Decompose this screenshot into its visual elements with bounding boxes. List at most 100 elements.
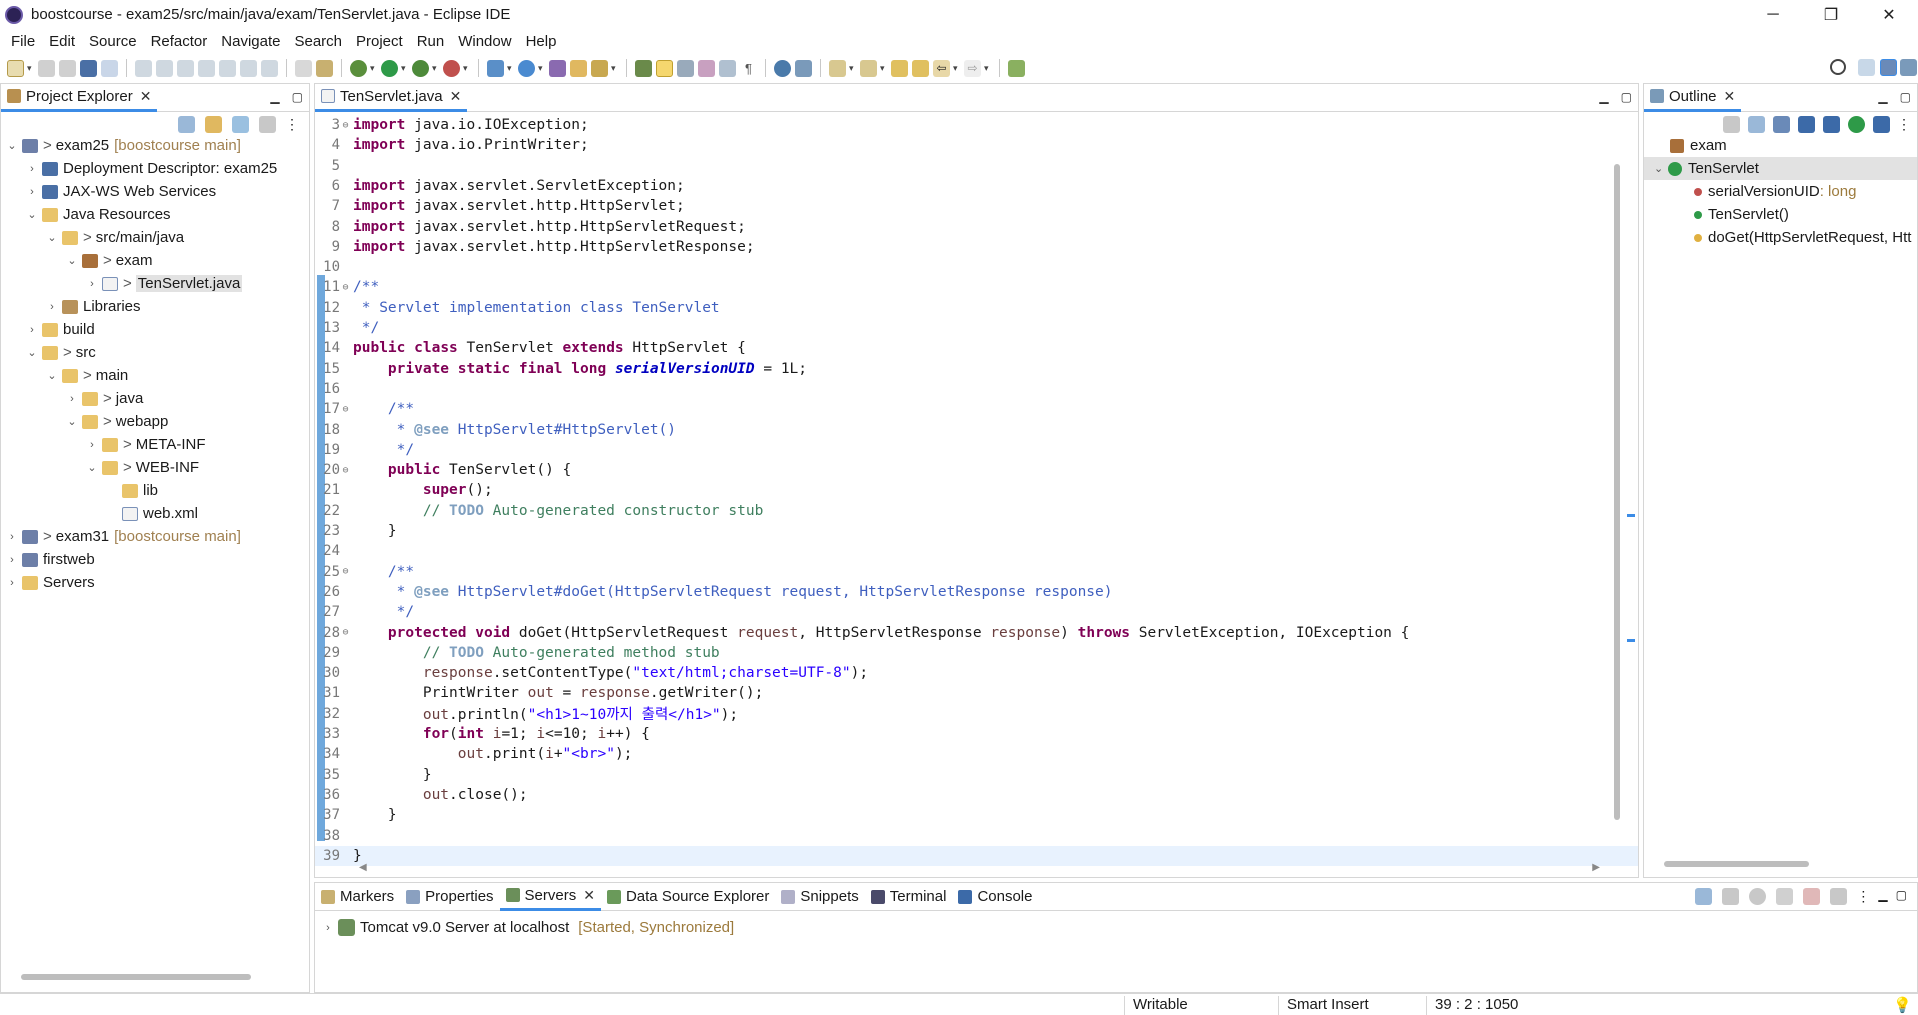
- menu-window[interactable]: Window: [451, 33, 518, 50]
- tree-item-exam-package[interactable]: ⌄ > exam: [1, 249, 309, 272]
- code-line[interactable]: 27 */: [315, 602, 1638, 622]
- code-line[interactable]: 25 ⊖ /**: [315, 562, 1638, 582]
- back-arrow-icon[interactable]: ⇦: [933, 59, 950, 77]
- tree-item-deployment-descriptor[interactable]: › Deployment Descriptor: exam25: [1, 157, 309, 180]
- tab-data-source-explorer[interactable]: Data Source Explorer: [601, 883, 775, 911]
- close-window-button[interactable]: ✕: [1860, 0, 1918, 29]
- overview-marker[interactable]: [1627, 639, 1635, 642]
- external-tools-dropdown-icon[interactable]: ▾: [463, 63, 471, 74]
- code-line[interactable]: 14 public class TenServlet extends HttpSe…: [315, 338, 1638, 358]
- new-java-project-dropdown-icon[interactable]: ▾: [507, 63, 515, 74]
- code-line[interactable]: 16: [315, 379, 1638, 399]
- debug-server-icon[interactable]: [1722, 888, 1740, 905]
- tab-console[interactable]: Console: [952, 883, 1038, 911]
- step-into-icon[interactable]: [219, 59, 236, 77]
- previous-annotation-dropdown-icon[interactable]: ▾: [880, 63, 888, 74]
- maximize-button[interactable]: ❐: [1802, 0, 1860, 29]
- maximize-panel-icon[interactable]: ▢: [1896, 888, 1907, 905]
- tree-item-src-main-java[interactable]: ⌄ > src/main/java: [1, 226, 309, 249]
- tree-item-meta-inf[interactable]: › > META-INF: [1, 433, 309, 456]
- step-over-icon[interactable]: [240, 59, 257, 77]
- menu-help[interactable]: Help: [519, 33, 564, 50]
- outline-item-field[interactable]: serialVersionUID : long: [1644, 180, 1917, 203]
- code-line[interactable]: 34 out.print(i+"<br>");: [315, 744, 1638, 764]
- minimize-button[interactable]: ─: [1744, 0, 1802, 29]
- block-selection-icon[interactable]: [677, 59, 694, 77]
- hide-fields-icon[interactable]: [1798, 116, 1815, 133]
- menu-run[interactable]: Run: [410, 33, 452, 50]
- java-perspective-icon[interactable]: [1900, 59, 1917, 76]
- code-line[interactable]: 5: [315, 156, 1638, 176]
- code-line[interactable]: 28 ⊖ protected void doGet(HttpServletRequ…: [315, 623, 1638, 643]
- tree-item-web-xml[interactable]: web.xml: [1, 502, 309, 525]
- scroll-right-icon[interactable]: ▶: [1592, 862, 1600, 873]
- menu-project[interactable]: Project: [349, 33, 410, 50]
- save-all-icon[interactable]: [59, 59, 76, 77]
- stop-server-icon[interactable]: [1803, 888, 1821, 905]
- code-line[interactable]: 30 response.setContentType("text/html;ch…: [315, 663, 1638, 683]
- resume-icon[interactable]: [135, 59, 152, 77]
- maximize-editor-icon[interactable]: ▢: [1621, 90, 1632, 104]
- forward-dropdown-icon[interactable]: ▾: [984, 63, 992, 74]
- previous-annotation-icon[interactable]: [860, 59, 877, 77]
- toggle-ant-icon[interactable]: [635, 59, 652, 77]
- menu-refactor[interactable]: Refactor: [144, 33, 215, 50]
- fold-toggle-icon[interactable]: ⊖: [340, 120, 351, 131]
- last-edit-location-icon[interactable]: [891, 59, 908, 77]
- code-line[interactable]: 20 ⊖ public TenServlet() {: [315, 460, 1638, 480]
- fold-toggle-icon[interactable]: ⊖: [340, 566, 351, 577]
- hide-static-icon[interactable]: [1823, 116, 1840, 133]
- scroll-left-icon[interactable]: ◀: [359, 862, 367, 873]
- code-line[interactable]: 10: [315, 257, 1638, 277]
- tree-item-build[interactable]: › build: [1, 318, 309, 341]
- open-perspective-item-icon[interactable]: [1008, 59, 1025, 77]
- menu-navigate[interactable]: Navigate: [214, 33, 287, 50]
- code-line[interactable]: 39}: [315, 845, 1638, 866]
- disconnect-icon[interactable]: [198, 59, 215, 77]
- minimize-panel-icon[interactable]: ▁: [1878, 888, 1887, 905]
- next-annotation-icon[interactable]: [829, 59, 846, 77]
- code-line[interactable]: 12 * Servlet implementation class TenSer…: [315, 298, 1638, 318]
- tree-item-servers[interactable]: › Servers: [1, 571, 309, 594]
- profile-server-icon[interactable]: [1776, 888, 1794, 905]
- terminate-icon[interactable]: [177, 59, 194, 77]
- code-line[interactable]: 13 */: [315, 318, 1638, 338]
- code-line[interactable]: 18 * @see HttpServlet#HttpServlet(): [315, 420, 1638, 440]
- view-menu-icon[interactable]: ⋮: [1897, 116, 1911, 133]
- outline-hscroll[interactable]: [1664, 861, 1809, 867]
- code-line[interactable]: 21 super();: [315, 480, 1638, 500]
- suspend-icon[interactable]: [156, 59, 173, 77]
- tab-tenservlet-java[interactable]: TenServlet.java ✕: [315, 83, 468, 112]
- tree-item-webapp[interactable]: ⌄ > webapp: [1, 410, 309, 433]
- outline-item-constructor[interactable]: TenServlet(): [1644, 203, 1917, 226]
- close-servers-icon[interactable]: ✕: [583, 887, 595, 904]
- tree-item-java-folder[interactable]: › > java: [1, 387, 309, 410]
- tab-terminal[interactable]: Terminal: [865, 883, 953, 911]
- debug-icon[interactable]: [350, 59, 367, 77]
- open-task-icon[interactable]: [570, 59, 587, 77]
- maximize-view-icon[interactable]: ▢: [292, 90, 303, 104]
- project-explorer-hscroll[interactable]: [21, 974, 251, 980]
- code-line[interactable]: 36 out.close();: [315, 785, 1638, 805]
- word-wrap-icon[interactable]: [698, 59, 715, 77]
- view-menu-icon[interactable]: ⋮: [1856, 888, 1870, 905]
- pilcrow-icon[interactable]: ¶: [740, 59, 757, 77]
- tree-item-libraries[interactable]: › Libraries: [1, 295, 309, 318]
- open-perspective-icon[interactable]: [1858, 59, 1875, 76]
- tree-item-firstweb[interactable]: › firstweb: [1, 548, 309, 571]
- tree-item-tenservlet-java[interactable]: › > TenServlet.java: [1, 272, 309, 295]
- code-editor[interactable]: 3 ⊖ import java.io.IOException; 4 import jav…: [315, 113, 1638, 877]
- link-with-editor-icon[interactable]: [205, 116, 222, 133]
- fold-toggle-icon[interactable]: ⊖: [340, 404, 351, 415]
- tree-item-java-resources[interactable]: ⌄ Java Resources: [1, 203, 309, 226]
- editor-vscroll[interactable]: [1614, 164, 1620, 820]
- fold-toggle-icon[interactable]: ⊖: [340, 465, 351, 476]
- tree-item-exam31[interactable]: › > exam31 [boostcourse main]: [1, 525, 309, 548]
- next-annotation-dropdown-icon[interactable]: ▾: [849, 63, 857, 74]
- forward-history-icon[interactable]: [912, 59, 929, 77]
- code-line[interactable]: 8 import javax.servlet.http.HttpServletRe…: [315, 217, 1638, 237]
- code-line[interactable]: 24: [315, 541, 1638, 561]
- toggle-build-icon[interactable]: [316, 59, 333, 77]
- code-line[interactable]: 9 import javax.servlet.http.HttpServletRe…: [315, 237, 1638, 257]
- collapse-all-icon[interactable]: [1695, 888, 1713, 905]
